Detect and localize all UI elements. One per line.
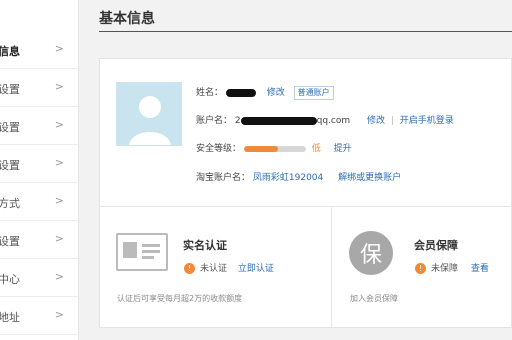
warning-icon: !: [184, 263, 195, 274]
chevron-right-icon: >: [54, 232, 64, 245]
sidebar-item-address[interactable]: 地址 >: [0, 297, 78, 335]
sidebar-item-center[interactable]: 中心 >: [0, 259, 78, 297]
account-value-prefix: 2: [234, 116, 241, 126]
sidebar-item-label: 设置: [0, 121, 20, 134]
member-status: 未保障: [431, 264, 459, 274]
sidebar-item-label: 设置: [0, 235, 20, 248]
sidebar-item-settings-4[interactable]: 设置 >: [0, 221, 78, 259]
realname-status: 未认证: [200, 264, 228, 274]
member-protection-icon: 保: [349, 231, 393, 275]
sidebar-item-label: 信息: [0, 45, 20, 58]
security-level-text: 低: [311, 144, 321, 154]
realname-status-row: ! 未认证 立即认证: [184, 261, 274, 274]
masked-name: [225, 88, 256, 97]
verify-now-link[interactable]: 立即认证: [238, 264, 274, 274]
name-row: 姓名： 修改 普通账户: [196, 85, 334, 100]
security-label: 安全等级：: [196, 144, 242, 154]
id-card-icon: [116, 233, 168, 271]
sidebar-item-settings-3[interactable]: 设置 >: [0, 145, 78, 183]
sidebar-item-label: 地址: [0, 311, 20, 324]
unbind-link[interactable]: 解绑或更换账户: [338, 173, 401, 183]
sidebar-item-label: 中心: [0, 273, 20, 286]
link-divider: [391, 116, 393, 125]
sidebar: 信息 > 设置 > 设置 > 设置 > 方式 > 设置 > 中心 > 地址 >: [0, 0, 79, 340]
account-label: 账户名：: [196, 116, 233, 126]
account-row: 账户名： 2 qq.com 修改 开启手机登录: [196, 113, 454, 126]
taobao-row: 淘宝账户名： 凤雨彩虹192004 解绑或更换账户: [196, 170, 401, 183]
sidebar-item-label: 方式: [0, 197, 20, 210]
upgrade-link[interactable]: 提升: [334, 144, 352, 154]
warning-icon: !: [415, 263, 426, 274]
member-status-row: ! 未保障 查看: [415, 261, 489, 274]
sidebar-item-label: 设置: [0, 83, 20, 96]
view-link[interactable]: 查看: [471, 264, 489, 274]
member-title: 会员保障: [414, 239, 458, 252]
security-level-fill: [243, 145, 278, 152]
taobao-account-link[interactable]: 凤雨彩虹192004: [253, 173, 323, 183]
chevron-right-icon: >: [54, 80, 64, 93]
realname-title: 实名认证: [183, 239, 227, 252]
sidebar-item-settings-2[interactable]: 设置 >: [0, 107, 78, 145]
chevron-right-icon: >: [54, 118, 64, 131]
chevron-right-icon: >: [54, 270, 64, 283]
chevron-right-icon: >: [54, 42, 64, 55]
chevron-right-icon: >: [54, 156, 64, 169]
sidebar-item-method[interactable]: 方式 >: [0, 183, 78, 221]
member-description: 加入会员保障: [350, 294, 398, 303]
security-row: 安全等级： 低 提升: [196, 141, 352, 154]
realname-description: 认证后可享受每月超2万的收款额度: [117, 294, 243, 303]
account-value-suffix: qq.com: [316, 116, 351, 126]
sidebar-item-settings-1[interactable]: 设置 >: [0, 69, 78, 107]
account-edit-link[interactable]: 修改: [367, 116, 385, 126]
masked-account: [240, 116, 317, 125]
section-divider: [99, 206, 512, 207]
panel-divider: [331, 206, 332, 328]
page-title: 基本信息: [99, 11, 155, 27]
security-level-bar: [243, 145, 306, 152]
title-divider: [99, 31, 512, 32]
chevron-right-icon: >: [54, 194, 64, 207]
member-protection-icon-char: 保: [359, 243, 382, 268]
avatar[interactable]: [116, 82, 182, 146]
user-silhouette-icon: [129, 96, 171, 145]
account-type-badge: 普通账户: [293, 86, 334, 100]
name-label: 姓名：: [196, 88, 224, 98]
phone-login-link[interactable]: 开启手机登录: [400, 116, 454, 126]
sidebar-item-label: 设置: [0, 159, 20, 172]
name-edit-link[interactable]: 修改: [267, 88, 285, 98]
chevron-right-icon: >: [54, 308, 64, 321]
sidebar-item-basic-info[interactable]: 信息 >: [0, 31, 78, 69]
taobao-label: 淘宝账户名：: [196, 173, 251, 183]
